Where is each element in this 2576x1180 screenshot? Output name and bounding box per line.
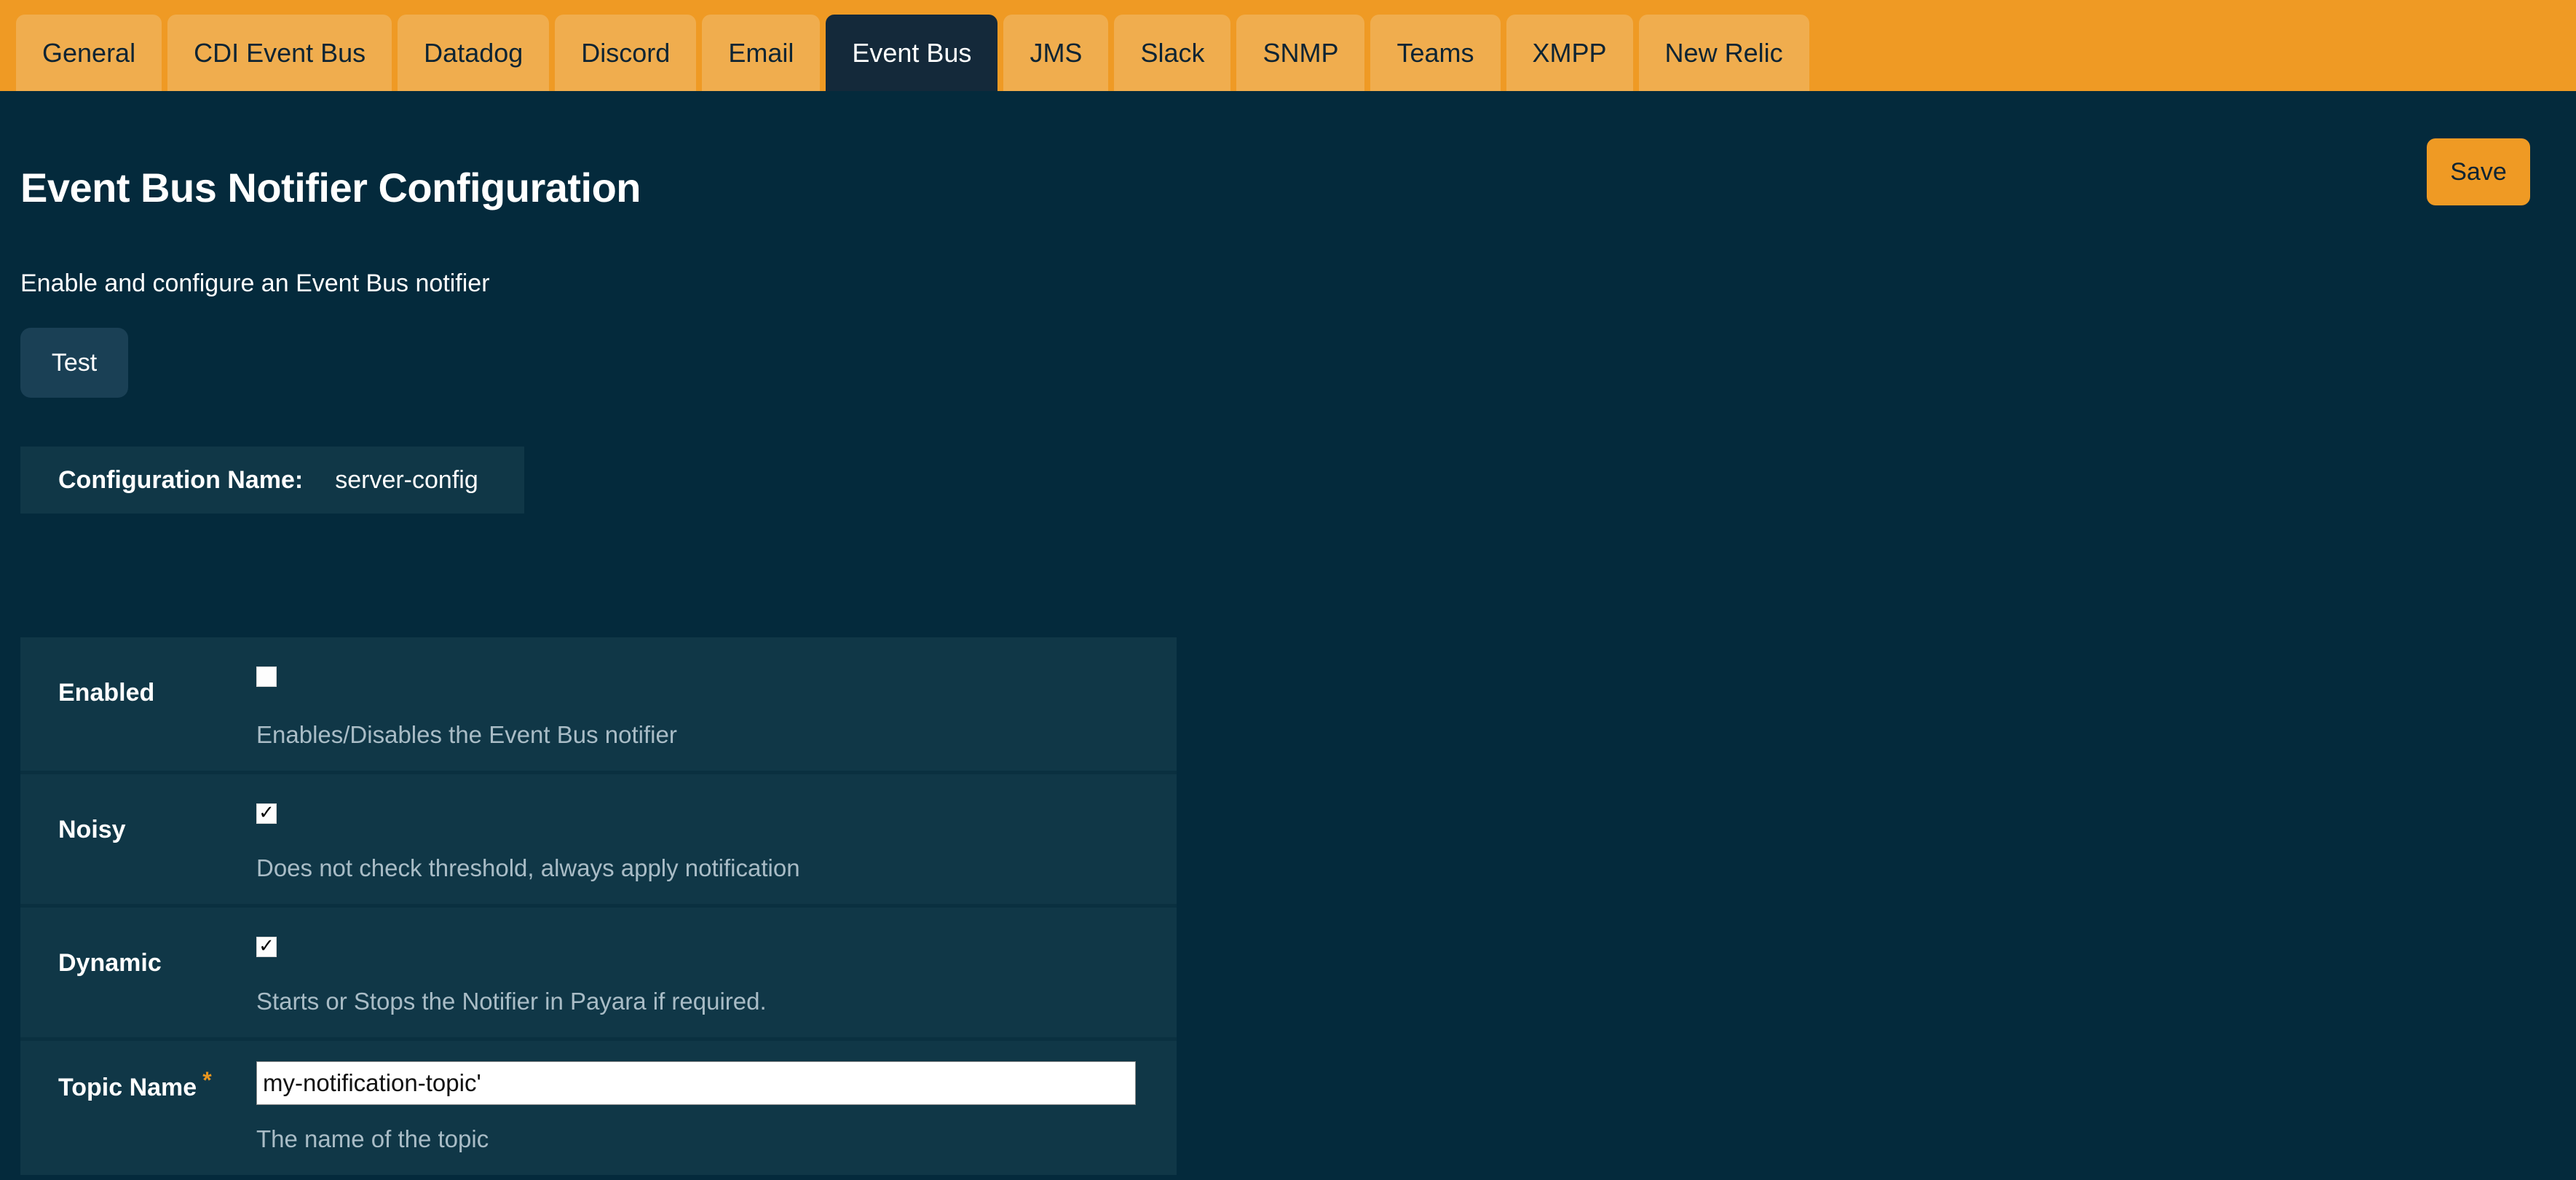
setting-label-text: Noisy bbox=[58, 816, 126, 843]
tab-label: SNMP bbox=[1263, 40, 1338, 66]
configuration-name-banner: Configuration Name: server-config bbox=[20, 447, 524, 514]
setting-help-dynamic: Starts or Stops the Notifier in Payara i… bbox=[256, 988, 1177, 1015]
setting-control-dynamic: ✓ Starts or Stops the Notifier in Payara… bbox=[256, 908, 1177, 1037]
tab-cdi-event-bus[interactable]: CDI Event Bus bbox=[167, 15, 392, 91]
setting-label-enabled: Enabled bbox=[20, 637, 256, 707]
tab-strip: General CDI Event Bus Datadog Discord Em… bbox=[16, 15, 1809, 91]
setting-control-topic-name: The name of the topic bbox=[256, 1041, 1177, 1175]
tab-label: Discord bbox=[581, 40, 670, 66]
page-subtitle: Enable and configure an Event Bus notifi… bbox=[20, 270, 490, 298]
tab-label: General bbox=[42, 40, 135, 66]
setting-label-text: Dynamic bbox=[58, 949, 162, 977]
dynamic-checkbox[interactable]: ✓ bbox=[256, 937, 277, 957]
setting-help-topic-name: The name of the topic bbox=[256, 1125, 1177, 1153]
tab-label: XMPP bbox=[1533, 40, 1607, 66]
setting-row-noisy: Noisy ✓ Does not check threshold, always… bbox=[20, 774, 1177, 908]
setting-control-noisy: ✓ Does not check threshold, always apply… bbox=[256, 774, 1177, 904]
tab-label: CDI Event Bus bbox=[194, 40, 366, 66]
page-content: Event Bus Notifier Configuration Enable … bbox=[0, 91, 2576, 1180]
tab-label: Slack bbox=[1140, 40, 1204, 66]
tab-label: Datadog bbox=[424, 40, 523, 66]
setting-row-topic-name: Topic Name* The name of the topic bbox=[20, 1041, 1177, 1175]
setting-help-noisy: Does not check threshold, always apply n… bbox=[256, 854, 1177, 882]
checkmark-icon: ✓ bbox=[258, 937, 274, 956]
configuration-name-label: Configuration Name: bbox=[58, 466, 303, 495]
setting-label-dynamic: Dynamic bbox=[20, 908, 256, 978]
checkmark-icon: ✓ bbox=[258, 803, 274, 822]
setting-label-text: Enabled bbox=[58, 679, 154, 707]
setting-help-enabled: Enables/Disables the Event Bus notifier bbox=[256, 721, 1177, 749]
enabled-checkbox[interactable] bbox=[256, 666, 277, 687]
topic-name-input[interactable] bbox=[256, 1061, 1136, 1105]
tab-label: New Relic bbox=[1665, 40, 1783, 66]
tab-datadog[interactable]: Datadog bbox=[398, 15, 549, 91]
test-button[interactable]: Test bbox=[20, 328, 128, 398]
tab-email[interactable]: Email bbox=[702, 15, 820, 91]
tab-xmpp[interactable]: XMPP bbox=[1506, 15, 1633, 91]
tab-label: Event Bus bbox=[852, 40, 971, 66]
tab-discord[interactable]: Discord bbox=[555, 15, 696, 91]
save-button[interactable]: Save bbox=[2427, 138, 2530, 205]
setting-row-enabled: Enabled Enables/Disables the Event Bus n… bbox=[20, 637, 1177, 774]
tab-teams[interactable]: Teams bbox=[1370, 15, 1500, 91]
tab-new-relic[interactable]: New Relic bbox=[1639, 15, 1809, 91]
tab-snmp[interactable]: SNMP bbox=[1236, 15, 1364, 91]
settings-table: Enabled Enables/Disables the Event Bus n… bbox=[20, 637, 1177, 1175]
setting-control-enabled: Enables/Disables the Event Bus notifier bbox=[256, 637, 1177, 771]
tab-event-bus[interactable]: Event Bus bbox=[826, 15, 997, 91]
page-title: Event Bus Notifier Configuration bbox=[20, 164, 641, 211]
tab-general[interactable]: General bbox=[16, 15, 162, 91]
noisy-checkbox[interactable]: ✓ bbox=[256, 803, 277, 824]
setting-label-text: Topic Name bbox=[58, 1074, 197, 1101]
tab-label: Teams bbox=[1396, 40, 1474, 66]
tab-label: Email bbox=[728, 40, 794, 66]
notifier-tab-bar: General CDI Event Bus Datadog Discord Em… bbox=[0, 0, 2576, 91]
configuration-name-value: server-config bbox=[335, 466, 478, 495]
tab-slack[interactable]: Slack bbox=[1114, 15, 1230, 91]
setting-row-dynamic: Dynamic ✓ Starts or Stops the Notifier i… bbox=[20, 908, 1177, 1041]
tab-label: JMS bbox=[1030, 40, 1082, 66]
setting-label-topic-name: Topic Name* bbox=[20, 1041, 256, 1102]
setting-label-noisy: Noisy bbox=[20, 774, 256, 844]
tab-jms[interactable]: JMS bbox=[1003, 15, 1108, 91]
required-asterisk-icon: * bbox=[202, 1067, 211, 1093]
